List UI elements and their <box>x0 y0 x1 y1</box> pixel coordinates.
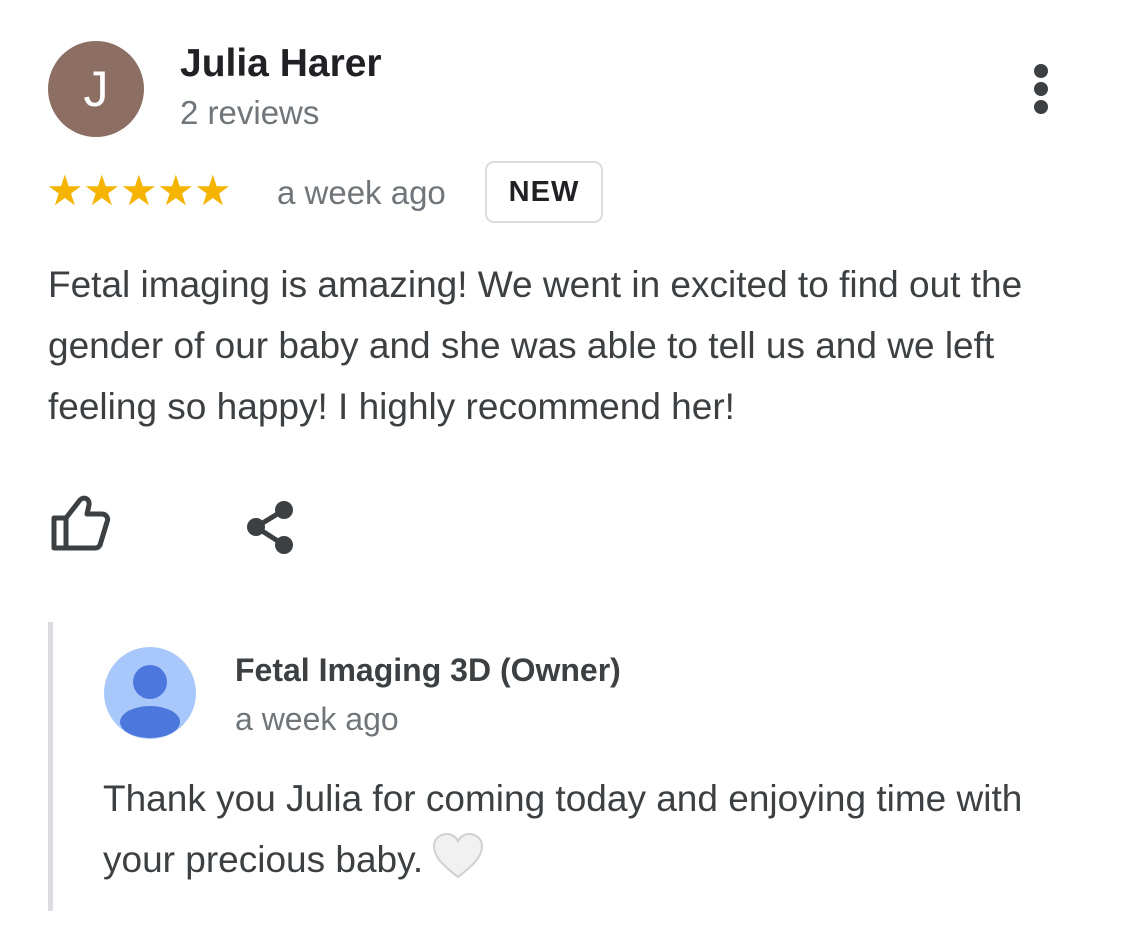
owner-name: Fetal Imaging 3D (Owner) <box>235 652 621 688</box>
new-badge: NEW <box>485 161 603 223</box>
owner-avatar <box>104 647 196 739</box>
more-options-button[interactable] <box>1010 58 1072 120</box>
owner-reply: Fetal Imaging 3D (Owner) a week ago Than… <box>48 622 1093 911</box>
review-timestamp: a week ago <box>277 174 446 211</box>
reviewer-name[interactable]: Julia Harer <box>180 42 382 86</box>
more-vert-icon-dot <box>1034 82 1048 96</box>
like-button[interactable] <box>44 492 114 558</box>
star-icon: ★ <box>83 167 121 214</box>
person-icon <box>120 665 180 738</box>
star-icon: ★ <box>120 167 158 214</box>
star-rating: ★ ★ ★ ★ ★ <box>46 167 232 214</box>
owner-reply-timestamp: a week ago <box>235 701 399 737</box>
star-icon: ★ <box>46 167 84 214</box>
review-text: Fetal imaging is amazing! We went in exc… <box>48 264 1023 427</box>
star-icon: ★ <box>157 167 195 214</box>
share-icon <box>247 501 293 554</box>
thumb-up-icon <box>51 495 111 551</box>
star-icon: ★ <box>194 167 232 214</box>
more-vert-icon <box>1034 64 1048 78</box>
white-heart-icon <box>433 832 484 879</box>
more-vert-icon-dot <box>1034 100 1048 114</box>
reviewer-avatar[interactable]: J <box>48 41 144 137</box>
reviewer-review-count: 2 reviews <box>180 94 320 131</box>
share-button[interactable] <box>238 496 302 560</box>
owner-reply-text: Thank you Julia for coming today and enj… <box>103 768 1093 890</box>
owner-reply-text-content: Thank you Julia for coming today and enj… <box>103 778 1023 880</box>
